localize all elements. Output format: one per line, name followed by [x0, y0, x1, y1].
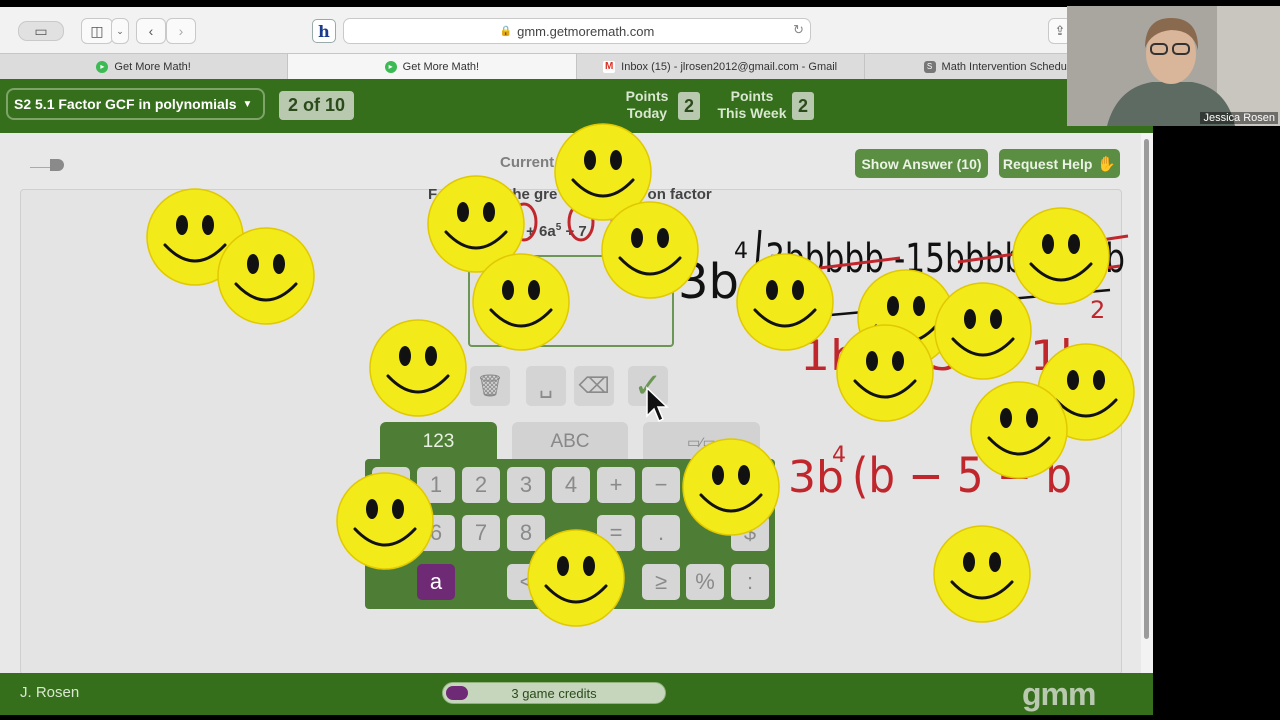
video-participant-name: Jessica Rosen [1200, 112, 1278, 124]
expr-part: + 7 [565, 223, 587, 240]
key-4[interactable]: 4 [552, 467, 590, 503]
trash-icon[interactable]: 🗑 [470, 366, 510, 406]
math-keyboard: 1 2 3 4 + − 6 7 8 = . $ a < ≥ % : [365, 459, 775, 609]
tab-fractions[interactable]: ▭⁄▭ [643, 422, 760, 462]
show-answer-button[interactable]: Show Answer (10) [855, 149, 988, 178]
tab-get-more-math-2[interactable]: ▸ Get More Math! [288, 54, 577, 79]
problem-counter: 2 of 10 [279, 91, 354, 120]
question-part: F [428, 186, 438, 203]
credits-fill [446, 686, 468, 700]
address-bar[interactable]: 🔒 gmm.getmoremath.com ↻ [343, 18, 811, 44]
request-help-button[interactable]: Request Help ✋ [999, 149, 1120, 178]
key-2[interactable]: 2 [462, 467, 500, 503]
tab-get-more-math-1[interactable]: ▸ Get More Math! [0, 54, 289, 79]
gmail-icon: M [603, 60, 616, 73]
extension-icon[interactable]: h [312, 19, 336, 43]
tab-label: Inbox (15) - jlrosen2012@gmail.com - Gma… [621, 60, 838, 73]
browser-toolbar: ▭ ◫ ⌄ ‹ › h 🔒 gmm.getmoremath.com ↻ ⇪ [0, 7, 1153, 53]
gmm-logo: gmm [1022, 676, 1096, 712]
question-part: on factor [647, 186, 712, 203]
key-1[interactable]: 1 [417, 467, 455, 503]
key-percent[interactable]: % [686, 564, 724, 600]
points-label-line: Points [625, 88, 669, 104]
question-part: the gre [507, 186, 558, 203]
key-variable-a[interactable]: a [417, 564, 455, 600]
key-decimal[interactable]: . [642, 515, 680, 551]
screen-share-icon[interactable]: ▭ [18, 21, 64, 41]
tab-strip: ▸ Get More Math! ▸ Get More Math! M Inbox (… [0, 53, 1153, 80]
submit-check-icon[interactable]: ✓ [628, 366, 668, 406]
current-label: Current [500, 154, 555, 171]
polynomial-expression: a3 + 6a5 + 7 [508, 222, 587, 240]
tab-abc[interactable]: ABC [512, 422, 628, 462]
tab-label: Get More Math! [402, 60, 480, 73]
points-week-label: Points This Week [712, 88, 792, 122]
game-credits-bar[interactable]: 3 game credits [442, 682, 666, 704]
app-header: S2 5.1 Factor GCF in polynomials ▼ 2 of … [0, 79, 1153, 133]
tab-123[interactable]: 123 [380, 422, 497, 462]
sheets-icon: S [923, 60, 936, 73]
skill-dropdown-label: S2 5.1 Factor GCF in polynomials [14, 96, 237, 112]
user-name: J. Rosen [20, 684, 80, 701]
key-8[interactable]: 8 [507, 515, 545, 551]
person-silhouette [1067, 6, 1280, 126]
sidebar-toggle-icon[interactable]: ◫ [81, 18, 113, 44]
key-minus[interactable]: − [642, 467, 680, 503]
chevron-down-icon[interactable]: ⌄ [111, 18, 129, 44]
points-week-value: 2 [792, 92, 814, 120]
credits-label: 3 game credits [511, 685, 597, 701]
points-today-label: Points Today [614, 88, 680, 122]
key-3[interactable]: 3 [507, 467, 545, 503]
key-blank[interactable] [372, 467, 410, 503]
tab-gmail[interactable]: M Inbox (15) - jlrosen2012@gmail.com - Gm… [577, 54, 865, 79]
fraction-icon: ▭⁄▭ [687, 433, 716, 450]
skill-dropdown[interactable]: S2 5.1 Factor GCF in polynomials ▼ [6, 88, 265, 120]
space-icon[interactable]: ␣ [526, 366, 566, 406]
expr-part: + 6a [526, 223, 556, 240]
key-less-than[interactable]: < [507, 564, 545, 600]
back-arrow-icon[interactable]: ‹ [136, 18, 166, 44]
answer-input[interactable] [468, 255, 674, 347]
key-equals[interactable]: = [597, 515, 635, 551]
gmm-favicon-icon: ▸ [384, 60, 397, 73]
key-greater-equal[interactable]: ≥ [642, 564, 680, 600]
url-text: gmm.getmoremath.com [517, 23, 655, 39]
app-footer: J. Rosen 3 game credits gmm [0, 673, 1153, 715]
reload-icon[interactable]: ↻ [793, 22, 804, 38]
points-label-line: This Week [717, 105, 787, 121]
forward-arrow-icon[interactable]: › [166, 18, 196, 44]
video-feed: Jessica Rosen [1067, 6, 1280, 126]
key-dollar[interactable]: $ [731, 515, 769, 551]
key-colon[interactable]: : [731, 564, 769, 600]
points-label-line: Today [626, 105, 668, 121]
lock-icon: 🔒 [499, 25, 513, 37]
key-7[interactable]: 7 [462, 515, 500, 551]
scrollbar[interactable] [1141, 133, 1153, 673]
key-6[interactable]: 6 [417, 515, 455, 551]
request-help-label: Request Help [1002, 155, 1093, 172]
key-plus[interactable]: + [597, 467, 635, 503]
backspace-icon[interactable]: ⌫ [574, 366, 614, 406]
gmm-favicon-icon: ▸ [96, 60, 109, 73]
tab-label: Get More Math! [114, 60, 191, 73]
points-label-line: Points [730, 88, 774, 104]
question-text: F the gre on factor [428, 186, 712, 203]
toggle-switch[interactable] [30, 159, 66, 171]
caret-down-icon: ▼ [242, 98, 253, 110]
hand-icon: ✋ [1097, 155, 1117, 173]
points-today-value: 2 [678, 92, 700, 120]
